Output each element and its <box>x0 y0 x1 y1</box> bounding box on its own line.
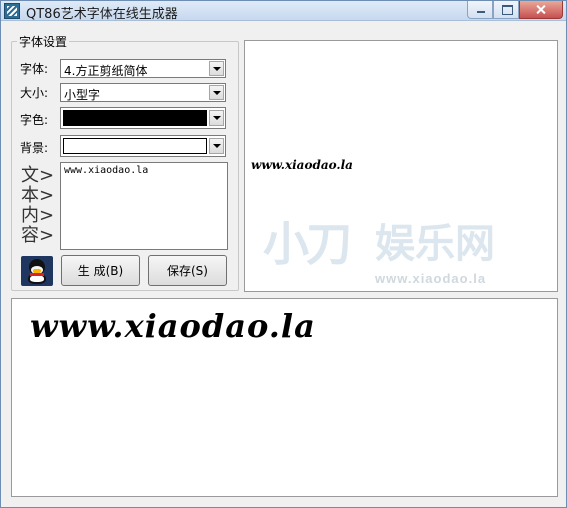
size-select-value: 小型字 <box>64 88 101 102</box>
close-button[interactable] <box>519 1 563 19</box>
text-content-label: 文> 本> 内> 容> <box>21 166 55 246</box>
maximize-button[interactable] <box>493 1 519 19</box>
large-preview-pane: www.xiaodao.la <box>11 298 558 497</box>
chevron-down-icon[interactable] <box>209 138 224 154</box>
minimize-button[interactable] <box>467 1 493 19</box>
app-icon <box>4 3 20 19</box>
text-content-input[interactable]: www.xiaodao.la <box>60 162 228 250</box>
text-content-label-char: 内> <box>21 205 55 226</box>
save-button[interactable]: 保存(S) <box>148 255 227 286</box>
watermark-url: www.xiaodao.la <box>375 271 487 286</box>
font-select-value: 4.方正剪纸简体 <box>64 64 148 78</box>
window-controls <box>467 1 563 19</box>
font-select[interactable]: 4.方正剪纸简体 <box>60 59 226 78</box>
small-preview-pane: www.xiaodao.la 小刀 娱乐网 www.xiaodao.la <box>244 40 558 292</box>
text-color-label: 字色: <box>20 113 49 127</box>
watermark-brand-shape: 小刀 <box>263 218 352 270</box>
text-color-swatch <box>63 110 207 126</box>
chevron-down-icon[interactable] <box>209 85 224 100</box>
background-color-picker[interactable] <box>60 135 226 157</box>
large-preview-text: www.xiaodao.la <box>30 307 316 345</box>
size-select[interactable]: 小型字 <box>60 83 226 102</box>
font-label: 字体: <box>20 62 49 76</box>
qq-penguin-icon[interactable] <box>21 256 53 286</box>
app-window: QT86艺术字体在线生成器 字体设置 字体: 4.方正剪纸简体 大小: 小型字 … <box>0 0 567 508</box>
watermark-logo: 小刀 娱乐网 www.xiaodao.la <box>245 211 545 291</box>
text-content-label-char: 本> <box>21 185 55 206</box>
text-content-label-char: 文> <box>21 165 55 186</box>
window-title: QT86艺术字体在线生成器 <box>26 7 178 22</box>
background-label: 背景: <box>20 141 49 155</box>
background-color-swatch <box>63 138 207 154</box>
size-label: 大小: <box>20 86 49 100</box>
small-preview-text: www.xiaodao.la <box>251 158 353 172</box>
text-content-label-char: 容> <box>21 225 55 246</box>
font-settings-label: 字体设置 <box>17 33 70 50</box>
chevron-down-icon[interactable] <box>209 61 224 76</box>
title-bar[interactable]: QT86艺术字体在线生成器 <box>1 1 566 22</box>
text-color-picker[interactable] <box>60 107 226 129</box>
watermark-brand-cn: 娱乐网 <box>375 222 495 266</box>
chevron-down-icon[interactable] <box>209 110 224 126</box>
generate-button[interactable]: 生 成(B) <box>61 255 140 286</box>
